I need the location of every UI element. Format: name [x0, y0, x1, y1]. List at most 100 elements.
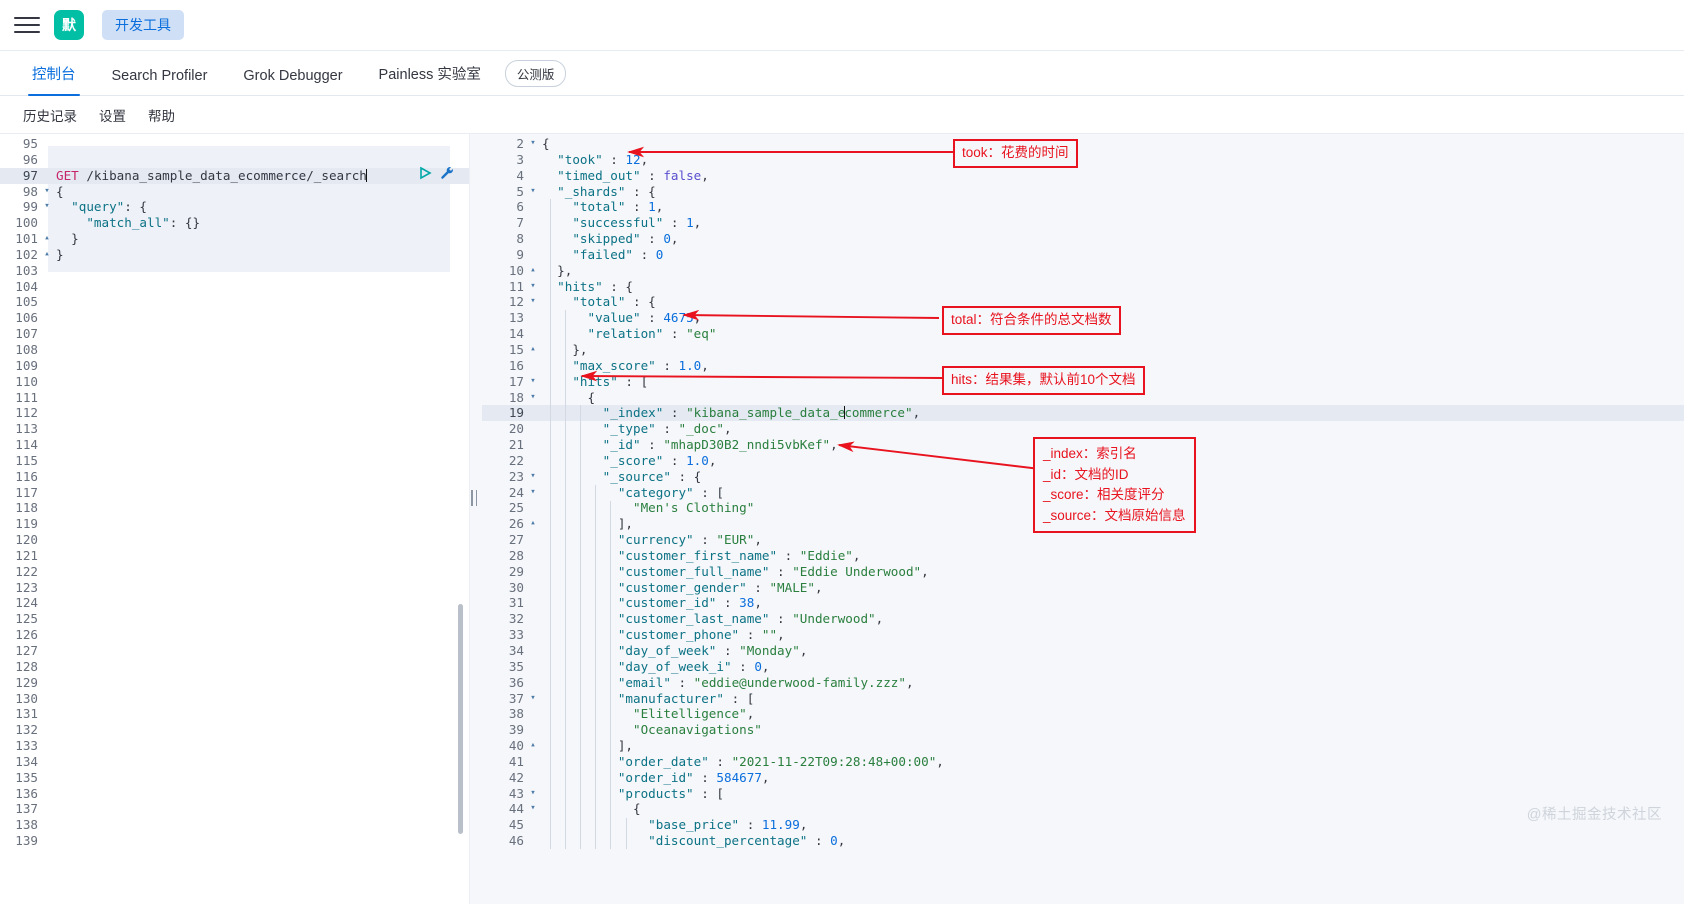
code-line[interactable]: 33 "customer_phone" : "", — [482, 627, 1684, 643]
editor-scrollbar-thumb[interactable] — [458, 604, 463, 834]
code-line[interactable]: 38 "Elitelligence", — [482, 706, 1684, 722]
tab-search-profiler[interactable]: Search Profiler — [94, 68, 226, 95]
code-line[interactable]: 10 ▴ }, — [482, 263, 1684, 279]
code-line[interactable]: 114 — [0, 437, 469, 453]
code-line[interactable]: 42 "order_id" : 584677, — [482, 770, 1684, 786]
tab-grok-debugger[interactable]: Grok Debugger — [225, 68, 360, 95]
request-editor-code[interactable]: 95 96 97 GET /kibana_sample_data_ecommerce/… — [0, 134, 469, 849]
code-line[interactable]: 40 ▴ ], — [482, 738, 1684, 754]
code-line[interactable]: 39 "Oceanavigations" — [482, 722, 1684, 738]
code-line[interactable]: 112 — [0, 405, 469, 421]
code-line[interactable]: 9 "failed" : 0 — [482, 247, 1684, 263]
code-line[interactable]: 125 — [0, 611, 469, 627]
fold-toggle-icon[interactable]: ▴ — [528, 516, 538, 532]
fold-toggle-icon[interactable]: ▾ — [528, 184, 538, 200]
code-line[interactable]: 4 "timed_out" : false, — [482, 168, 1684, 184]
code-line[interactable]: 100 "match_all": {} — [0, 215, 469, 231]
code-line[interactable]: 136 — [0, 786, 469, 802]
fold-toggle-icon[interactable]: ▾ — [42, 199, 52, 215]
code-line[interactable]: 116 — [0, 469, 469, 485]
code-line[interactable]: 137 — [0, 801, 469, 817]
fold-toggle-icon[interactable]: ▾ — [528, 469, 538, 485]
code-line[interactable]: 30 "customer_gender" : "MALE", — [482, 580, 1684, 596]
fold-toggle-icon[interactable]: ▾ — [528, 294, 538, 310]
submenu-item-settings[interactable]: 设置 — [88, 105, 137, 125]
code-line[interactable]: 123 — [0, 580, 469, 596]
code-line[interactable]: 32 "customer_last_name" : "Underwood", — [482, 611, 1684, 627]
code-line[interactable]: 111 — [0, 390, 469, 406]
code-line[interactable]: 139 — [0, 833, 469, 849]
hamburger-icon[interactable] — [14, 12, 40, 38]
code-line[interactable]: 6 "total" : 1, — [482, 199, 1684, 215]
fold-toggle-icon[interactable]: ▾ — [528, 485, 538, 501]
fold-toggle-icon[interactable]: ▾ — [528, 801, 538, 817]
code-line[interactable]: 37 ▾ "manufacturer" : [ — [482, 691, 1684, 707]
code-line[interactable]: 3 "took" : 12, — [482, 152, 1684, 168]
code-line[interactable]: 117 — [0, 485, 469, 501]
fold-toggle-icon[interactable]: ▴ — [528, 263, 538, 279]
app-chip-dev-tools[interactable]: 开发工具 — [102, 10, 184, 40]
code-line[interactable]: 138 — [0, 817, 469, 833]
code-line[interactable]: 46 "discount_percentage" : 0, — [482, 833, 1684, 849]
fold-toggle-icon[interactable]: ▴ — [528, 738, 538, 754]
space-badge[interactable]: 默 — [54, 10, 84, 40]
code-line[interactable]: 28 "customer_first_name" : "Eddie", — [482, 548, 1684, 564]
code-line[interactable]: 20 "_type" : "_doc", — [482, 421, 1684, 437]
tab-console[interactable]: 控制台 — [14, 63, 94, 96]
request-editor-pane[interactable]: 95 96 97 GET /kibana_sample_data_ecommerce/… — [0, 134, 470, 904]
code-line[interactable]: 15 ▴ }, — [482, 342, 1684, 358]
code-line[interactable]: 109 — [0, 358, 469, 374]
code-line[interactable]: 27 "currency" : "EUR", — [482, 532, 1684, 548]
code-line[interactable]: 11 ▾ "hits" : { — [482, 279, 1684, 295]
code-line[interactable]: 130 — [0, 691, 469, 707]
code-line[interactable]: 122 — [0, 564, 469, 580]
submenu-item-help[interactable]: 帮助 — [137, 105, 186, 125]
code-line[interactable]: 113 — [0, 421, 469, 437]
code-line[interactable]: 106 — [0, 310, 469, 326]
fold-toggle-icon[interactable]: ▾ — [528, 390, 538, 406]
code-line[interactable]: 45 "base_price" : 11.99, — [482, 817, 1684, 833]
code-line[interactable]: 105 — [0, 294, 469, 310]
code-line[interactable]: 103 — [0, 263, 469, 279]
fold-toggle-icon[interactable]: ▾ — [528, 786, 538, 802]
code-line[interactable]: 35 "day_of_week_i" : 0, — [482, 659, 1684, 675]
code-line[interactable]: 102 ▴} — [0, 247, 469, 263]
code-line[interactable]: 2 ▾ { — [482, 136, 1684, 152]
code-line[interactable]: 97 GET /kibana_sample_data_ecommerce/_sea… — [0, 167, 469, 184]
tab-painless-lab[interactable]: Painless 实验室 — [361, 63, 499, 95]
response-viewer-pane[interactable]: 2 ▾{3 "took" : 12, 4 "timed_out" : false, 5… — [482, 134, 1684, 904]
fold-toggle-icon[interactable]: ▾ — [528, 136, 538, 152]
code-line[interactable]: 19 "_index" : "kibana_sample_data_ecomme… — [482, 405, 1684, 422]
fold-toggle-icon[interactable]: ▾ — [528, 279, 538, 295]
code-line[interactable]: 124 — [0, 595, 469, 611]
code-line[interactable]: 121 — [0, 548, 469, 564]
wrench-icon[interactable] — [439, 165, 455, 186]
code-line[interactable]: 7 "successful" : 1, — [482, 215, 1684, 231]
code-line[interactable]: 118 — [0, 500, 469, 516]
fold-toggle-icon[interactable]: ▴ — [42, 231, 52, 247]
code-line[interactable]: 107 — [0, 326, 469, 342]
submenu-item-history[interactable]: 历史记录 — [12, 105, 88, 125]
code-line[interactable]: 8 "skipped" : 0, — [482, 231, 1684, 247]
code-line[interactable]: 41 "order_date" : "2021-11-22T09:28:48+0… — [482, 754, 1684, 770]
code-line[interactable]: 135 — [0, 770, 469, 786]
code-line[interactable]: 99 ▾ "query": { — [0, 199, 469, 215]
code-line[interactable]: 108 — [0, 342, 469, 358]
fold-toggle-icon[interactable]: ▾ — [42, 184, 52, 200]
fold-toggle-icon[interactable]: ▴ — [42, 247, 52, 263]
code-line[interactable]: 5 ▾ "_shards" : { — [482, 184, 1684, 200]
code-line[interactable]: 115 — [0, 453, 469, 469]
code-line[interactable]: 133 — [0, 738, 469, 754]
code-line[interactable]: 110 — [0, 374, 469, 390]
code-line[interactable]: 29 "customer_full_name" : "Eddie Underwo… — [482, 564, 1684, 580]
code-line[interactable]: 96 — [0, 152, 469, 168]
code-line[interactable]: 131 — [0, 706, 469, 722]
code-line[interactable]: 44 ▾ { — [482, 801, 1684, 817]
fold-toggle-icon[interactable]: ▾ — [528, 691, 538, 707]
code-line[interactable]: 126 — [0, 627, 469, 643]
code-line[interactable]: 120 — [0, 532, 469, 548]
code-line[interactable]: 134 — [0, 754, 469, 770]
beta-badge[interactable]: 公测版 — [504, 60, 567, 87]
code-line[interactable]: 128 — [0, 659, 469, 675]
fold-toggle-icon[interactable]: ▾ — [528, 374, 538, 390]
